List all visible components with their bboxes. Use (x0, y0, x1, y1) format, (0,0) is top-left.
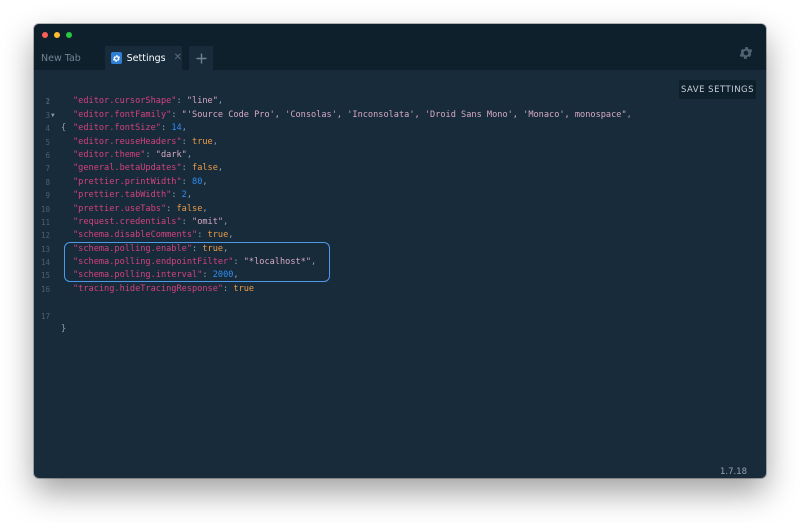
setting-value: 80 (192, 176, 203, 187)
setting-key: "prettier.useTabs" (73, 203, 167, 214)
setting-key: "editor.theme" (73, 149, 146, 160)
tab-new-tab[interactable]: New Tab (34, 46, 102, 70)
setting-value: "omit" (192, 216, 224, 227)
setting-entry: "editor.fontFamily": "'Source Code Pro',… (73, 109, 632, 120)
line-number: 16 (40, 284, 50, 294)
tab-settings[interactable]: Settings ✕ (105, 46, 182, 70)
setting-key: "schema.disableComments" (73, 230, 198, 241)
setting-key: "request.credentials" (73, 216, 182, 227)
setting-key: "prettier.tabWidth" (73, 190, 172, 201)
add-tab-button[interactable] (189, 46, 213, 70)
setting-value: "line" (186, 96, 218, 107)
setting-entry: "prettier.tabWidth": 2, (73, 190, 193, 201)
setting-entry: "editor.reuseHeaders": true, (73, 136, 218, 147)
setting-key: "general.betaUpdates" (73, 163, 182, 174)
polling-settings-highlight (64, 242, 330, 282)
setting-key: "editor.reuseHeaders" (73, 136, 182, 147)
setting-key: "tracing.hideTracingResponse" (73, 283, 224, 294)
settings-gear-icon (111, 52, 122, 64)
code-line: 16 "tracing.hideTracingResponse": true (34, 283, 674, 296)
code-line: 11 "request.credentials": "omit", (34, 216, 674, 229)
tab-label: New Tab (41, 52, 81, 64)
setting-value: true (207, 230, 229, 241)
setting-value: true (192, 136, 213, 147)
setting-entry: "editor.theme": "dark", (73, 149, 193, 160)
setting-entry: "editor.cursorShape": "line", (73, 96, 224, 107)
code-line: 12 "schema.disableComments": true, (34, 229, 674, 242)
maximize-window-button[interactable] (66, 32, 72, 38)
line-number: 5 (45, 137, 50, 147)
line-number: 4 (45, 124, 50, 134)
line-number: 13 (40, 244, 50, 254)
line-number: 2 (45, 97, 50, 107)
code-line: 3 "editor.fontFamily": "'Source Code Pro'… (34, 109, 674, 122)
code-line: 9 "prettier.tabWidth": 2, (34, 189, 674, 202)
setting-entry: "tracing.hideTracingResponse": true (73, 283, 255, 294)
code-line: 8 "prettier.printWidth": 80, (34, 176, 674, 189)
setting-value: "dark" (155, 149, 187, 160)
setting-key: "editor.cursorShape" (73, 96, 177, 107)
setting-value: true (233, 283, 255, 294)
line-number: 7 (45, 164, 50, 174)
setting-entry: "schema.disableComments": true, (73, 230, 234, 241)
code-line: 17 } (34, 296, 674, 334)
line-number: 14 (40, 258, 50, 268)
setting-key: "prettier.printWidth" (73, 176, 182, 187)
tab-label: Settings (126, 52, 166, 64)
setting-entry: "prettier.useTabs": false, (73, 203, 208, 214)
app-window: New Tab Settings ✕ SAVE SETTINGS 1 ▼ {2… (34, 24, 766, 478)
setting-key: "editor.fontSize" (73, 123, 161, 134)
line-number: 17 (40, 311, 50, 321)
line-number: 12 (40, 231, 50, 241)
line-number: 10 (40, 204, 50, 214)
code-line: 5 "editor.reuseHeaders": true, (34, 136, 674, 149)
code-line: 4 "editor.fontSize": 14, (34, 122, 674, 135)
setting-entry: "editor.fontSize": 14, (73, 123, 187, 134)
code-line: 1 ▼ { (34, 82, 674, 133)
close-tab-icon[interactable]: ✕ (174, 53, 182, 63)
setting-value: false (192, 163, 218, 174)
line-number: 11 (40, 217, 50, 227)
plus-icon (196, 53, 206, 63)
setting-value: 14 (171, 123, 182, 134)
version-label: 1.7.18 (720, 467, 748, 477)
setting-value: "'Source Code Pro', 'Consolas', 'Inconso… (181, 109, 627, 120)
setting-entry: "request.credentials": "omit", (73, 216, 229, 227)
code-line: 6 "editor.theme": "dark", (34, 149, 674, 162)
code-line: 7 "general.betaUpdates": false, (34, 162, 674, 175)
line-number: 15 (40, 271, 50, 281)
save-settings-button[interactable]: SAVE SETTINGS (679, 80, 756, 99)
line-number: 9 (45, 191, 50, 201)
setting-value: false (176, 203, 203, 214)
line-number: 8 (45, 177, 50, 187)
code-line: 10 "prettier.useTabs": false, (34, 203, 674, 216)
title-bar: New Tab Settings ✕ (34, 24, 766, 70)
gear-icon[interactable] (738, 45, 754, 61)
setting-entry: "general.betaUpdates": false, (73, 163, 224, 174)
minimize-window-button[interactable] (54, 32, 60, 38)
setting-key: "editor.fontFamily" (73, 109, 172, 120)
close-window-button[interactable] (42, 32, 48, 38)
code-line: 2 "editor.cursorShape": "line", (34, 95, 674, 108)
line-number: 3 (45, 110, 50, 120)
line-number: 6 (45, 150, 50, 160)
close-brace: } (61, 324, 67, 335)
setting-entry: "prettier.printWidth": 80, (73, 176, 208, 187)
